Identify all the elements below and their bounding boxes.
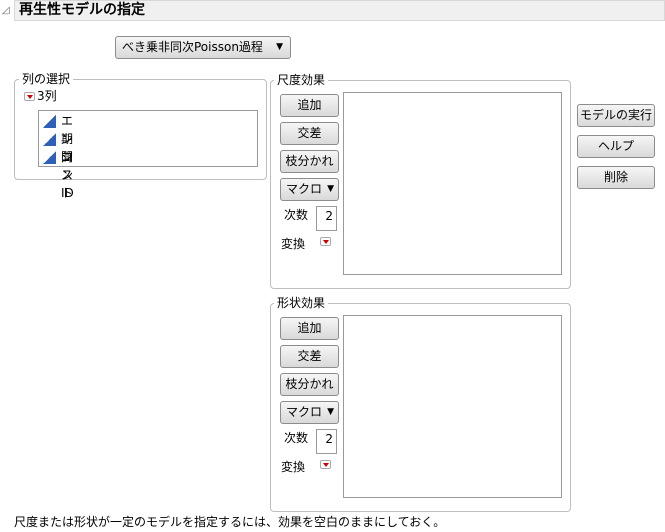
red-triangle-menu-icon[interactable] <box>320 460 331 469</box>
footer-note: 尺度または形状が一定のモデルを指定するには、効果を空白のままにしておく。 <box>14 515 446 529</box>
shape-effects-label: 形状効果 <box>274 296 329 310</box>
page-title: 再生性モデルの指定 <box>14 0 665 21</box>
scale-cross-button[interactable]: 交差 <box>280 122 339 145</box>
scale-effects-label: 尺度効果 <box>274 73 329 87</box>
shape-transform-label: 変換 <box>281 460 306 474</box>
run-model-button[interactable]: モデルの実行 <box>577 104 655 127</box>
chevron-down-icon: ▼ <box>327 407 334 417</box>
scale-nest-button[interactable]: 枝分かれ <box>280 150 339 173</box>
macro-label: マクロ <box>286 182 323 196</box>
scale-degree-input[interactable]: 2 <box>316 206 337 231</box>
red-triangle-menu-icon[interactable] <box>320 237 331 246</box>
column-group-label: 3列 <box>37 89 57 103</box>
column-name: コスト <box>61 150 74 200</box>
chevron-down-icon: ▼ <box>327 184 334 194</box>
scale-macro-button[interactable]: マクロ ▼ <box>280 178 339 201</box>
scale-transform-label: 変換 <box>281 237 306 251</box>
scale-add-button[interactable]: 追加 <box>280 94 339 117</box>
shape-effects-list[interactable] <box>343 315 562 498</box>
shape-macro-button[interactable]: マクロ ▼ <box>280 401 339 424</box>
model-type-dropdown[interactable]: べき乗非同次Poisson過程 ▼ <box>115 36 291 59</box>
chevron-down-icon: ▼ <box>276 42 283 52</box>
continuous-column-icon <box>43 115 56 128</box>
model-type-value: べき乗非同次Poisson過程 <box>122 40 263 54</box>
shape-add-button[interactable]: 追加 <box>280 317 339 340</box>
shape-nest-button[interactable]: 枝分かれ <box>280 373 339 396</box>
continuous-column-icon <box>43 133 56 146</box>
scale-degree-label: 次数 <box>284 208 309 222</box>
continuous-column-icon <box>43 151 56 164</box>
collapse-triangle-icon[interactable]: ◿ <box>2 5 10 16</box>
column-selection-label: 列の選択 <box>19 72 74 86</box>
shape-cross-button[interactable]: 交差 <box>280 345 339 368</box>
red-triangle-menu-icon[interactable] <box>24 92 35 101</box>
column-list[interactable]: エンジンID 期間 コスト <box>38 110 258 200</box>
scale-effects-list[interactable] <box>343 92 562 275</box>
help-button[interactable]: ヘルプ <box>577 135 655 158</box>
shape-degree-label: 次数 <box>284 431 309 445</box>
remove-button[interactable]: 削除 <box>577 166 655 189</box>
shape-degree-input[interactable]: 2 <box>316 429 337 454</box>
macro-label: マクロ <box>286 405 323 419</box>
